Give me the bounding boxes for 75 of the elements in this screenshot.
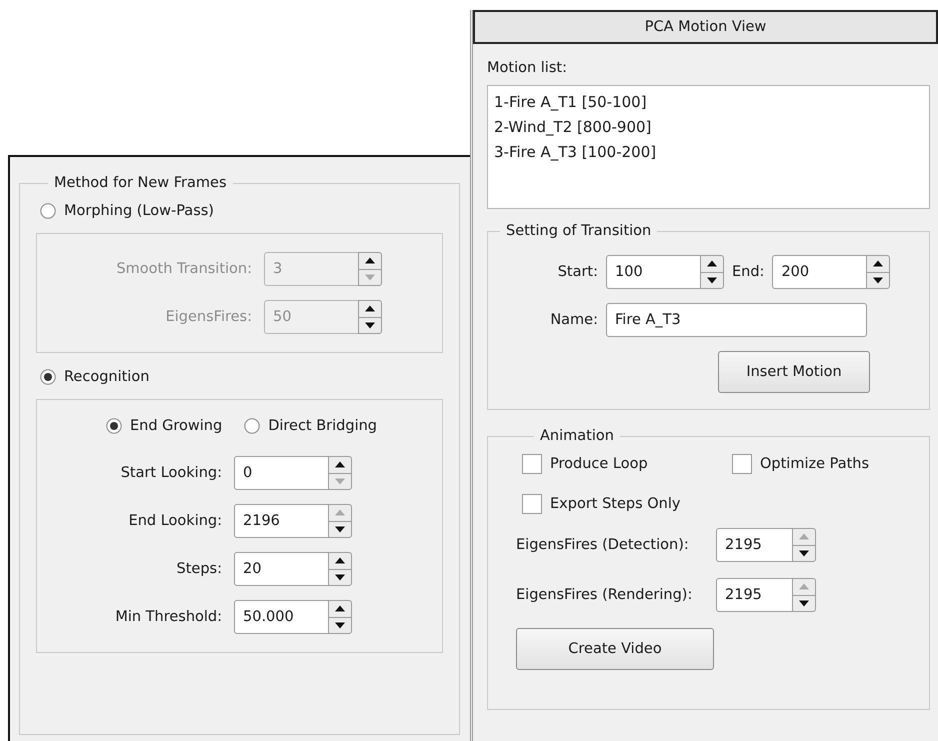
list-item[interactable]: 2-Wind_T2 [800-900] (494, 115, 923, 140)
name-field[interactable]: Fire A_T3 (606, 303, 867, 337)
field-label: Start Looking: (120, 465, 222, 481)
checkbox-label[interactable]: Optimize Paths (760, 456, 870, 472)
up-arrow-icon (364, 257, 376, 264)
down-arrow-icon (364, 322, 376, 329)
group-title: Setting of Transition (505, 223, 652, 239)
increment-button[interactable] (866, 255, 890, 272)
create-video-button[interactable]: Create Video (516, 628, 714, 670)
down-arrow-icon (798, 550, 810, 557)
decrement-button[interactable] (328, 520, 352, 538)
field-label: End Looking: (128, 513, 222, 529)
number-field[interactable]: 2195 (716, 578, 792, 612)
group-title: Animation (539, 428, 615, 444)
down-arrow-icon (706, 276, 718, 284)
checkbox[interactable] (522, 454, 542, 474)
radio-button[interactable] (40, 369, 56, 385)
insert-motion-button[interactable]: Insert Motion (718, 351, 870, 393)
down-arrow-icon (334, 526, 346, 533)
checkbox[interactable] (732, 454, 752, 474)
checkbox[interactable] (522, 494, 542, 514)
number-field[interactable]: 2196 (234, 504, 328, 538)
up-arrow-icon (334, 461, 346, 468)
list-label: Motion list: (487, 60, 568, 76)
increment-button[interactable] (328, 600, 352, 616)
field-label: Min Threshold: (114, 609, 222, 625)
field-label: Smooth Transition: (115, 261, 252, 277)
number-field[interactable]: 100 (606, 255, 700, 289)
decrement-button[interactable] (328, 568, 352, 586)
down-arrow-icon (334, 622, 346, 629)
field-label: Name: (549, 312, 598, 328)
field-label: Steps: (176, 561, 222, 577)
number-field[interactable]: 200 (772, 255, 866, 289)
checkbox-label[interactable]: Export Steps Only (550, 496, 680, 512)
down-arrow-icon (872, 276, 884, 284)
down-arrow-icon (798, 600, 810, 607)
up-arrow-icon (706, 260, 718, 268)
down-arrow-icon (334, 478, 346, 485)
panel-title: PCA Motion View (473, 10, 938, 44)
field-label: EigensFires (Detection): (516, 537, 690, 553)
checkbox-label[interactable]: Produce Loop (550, 456, 648, 472)
increment-button[interactable] (700, 255, 724, 272)
up-arrow-icon (872, 260, 884, 268)
radio-label[interactable]: End Growing (130, 418, 222, 434)
decrement-button[interactable] (700, 272, 724, 289)
field-label: Start: (556, 264, 598, 280)
number-field[interactable]: 50.000 (234, 600, 328, 634)
up-arrow-icon (798, 533, 810, 540)
up-arrow-icon (334, 509, 346, 516)
decrement-button[interactable] (866, 272, 890, 289)
up-arrow-icon (364, 305, 376, 312)
number-field[interactable]: 20 (234, 552, 328, 586)
up-arrow-icon (334, 605, 346, 612)
radio-label[interactable]: Recognition (64, 369, 150, 385)
increment-button[interactable] (328, 456, 352, 472)
up-arrow-icon (334, 557, 346, 564)
decrement-button[interactable] (328, 616, 352, 634)
up-arrow-icon (798, 583, 810, 590)
field-label: EigensFires: (164, 309, 252, 325)
group-title: Method for New Frames (53, 175, 228, 191)
down-arrow-icon (334, 574, 346, 581)
decrement-button[interactable] (792, 544, 816, 562)
down-arrow-icon (364, 274, 376, 281)
decrement-button[interactable] (792, 594, 816, 612)
radio-button[interactable] (106, 418, 122, 434)
list-item[interactable]: 3-Fire A_T3 [100-200] (494, 140, 923, 165)
number-field[interactable]: 2195 (716, 528, 792, 562)
list-item[interactable]: 1-Fire A_T1 [50-100] (494, 90, 923, 115)
field-label: End: (732, 264, 764, 280)
number-field[interactable]: 0 (234, 456, 328, 490)
radio-button[interactable] (244, 418, 260, 434)
radio-label[interactable]: Direct Bridging (268, 418, 377, 434)
field-label: EigensFires (Rendering): (516, 587, 694, 603)
motion-list[interactable]: 1-Fire A_T1 [50-100] 2-Wind_T2 [800-900] 3-Fire A_T3 [100-200] (487, 85, 930, 209)
increment-button[interactable] (328, 552, 352, 568)
